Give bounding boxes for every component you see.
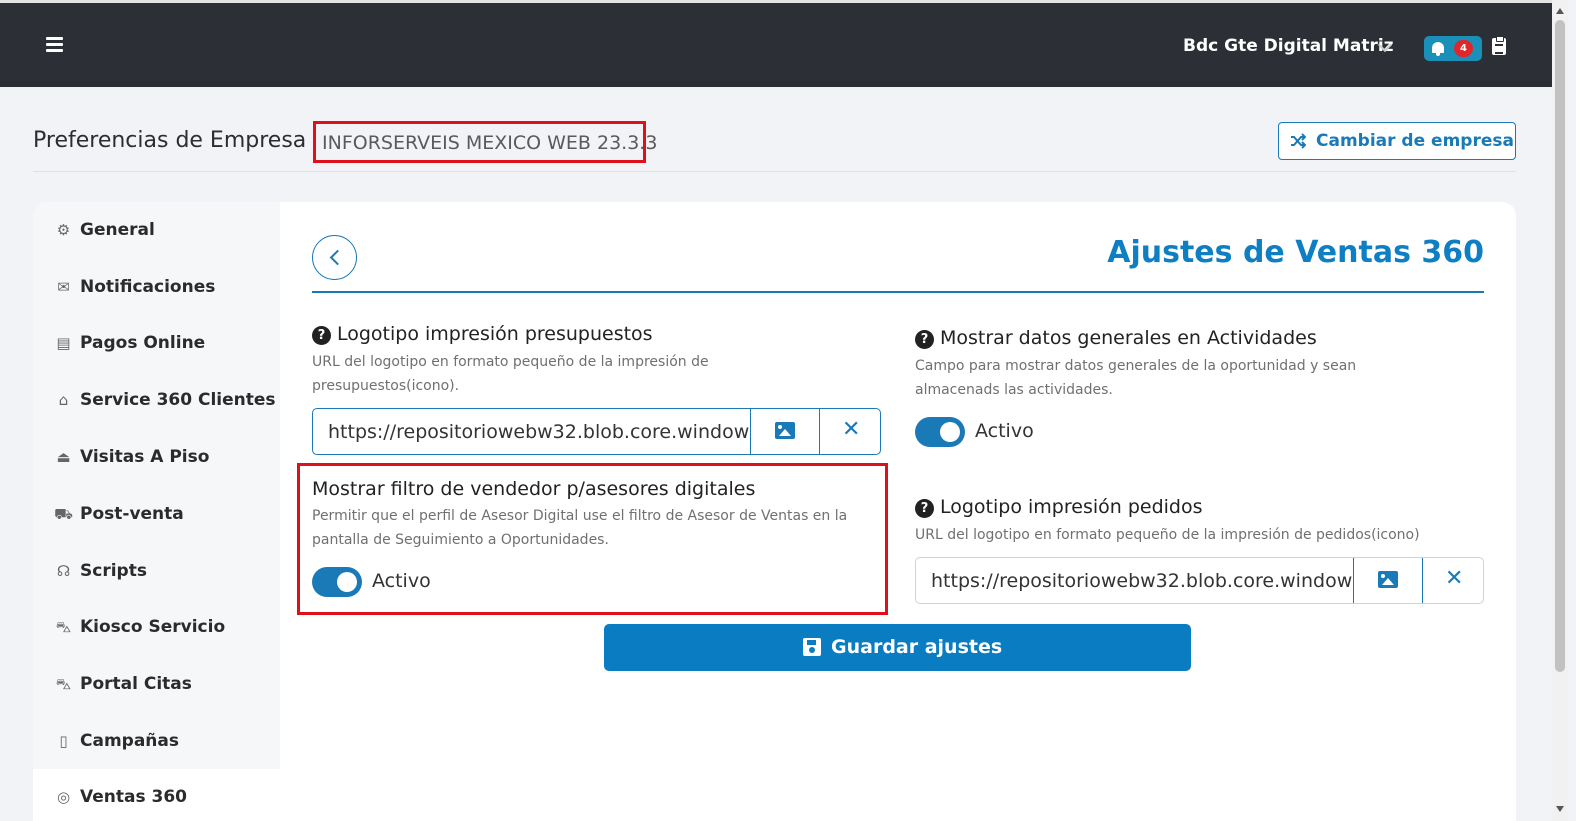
logo-presupuestos-desc: URL del logotipo en formato pequeño de l… <box>312 354 709 394</box>
clipboard-icon[interactable] <box>1492 36 1506 55</box>
file-icon: ▯ <box>59 732 68 750</box>
sidebar-item-label: Service 360 Clientes <box>80 390 276 410</box>
money-icon: ▤ <box>56 334 71 352</box>
logo-pedidos-desc: URL del logotipo en formato pequeño de l… <box>915 527 1420 543</box>
hamburger-menu-icon[interactable] <box>46 37 63 53</box>
version-highlight-box: INFORSERVEIS MEXICO WEB 23.3.3 <box>313 121 657 163</box>
save-settings-label: Guardar ajustes <box>831 636 1003 658</box>
sidebar-item-general[interactable]: ⚙ General <box>33 202 280 259</box>
car-icon: ⛟ <box>54 505 73 523</box>
back-button[interactable] <box>312 235 357 280</box>
top-navbar: Bdc Gte Digital Matriz 4 <box>0 0 1552 87</box>
logo-presupuestos-title: ? Logotipo impresión presupuestos <box>312 323 653 345</box>
envelope-icon: ✉ <box>57 278 70 296</box>
logo-presupuestos-title-text: Logotipo impresión presupuestos <box>337 323 653 345</box>
question-circle-icon[interactable]: ? <box>915 330 934 349</box>
datos-generales-title-text: Mostrar datos generales en Actividades <box>940 327 1317 349</box>
notifications-button[interactable]: 4 <box>1424 36 1482 61</box>
datos-generales-toggle-label: Activo <box>975 420 1034 442</box>
settings-sidebar: ⚙ General ✉ Notificaciones ▤ Pagos Onlin… <box>33 202 280 821</box>
switch-company-label: Cambiar de empresa <box>1316 131 1514 151</box>
logo-presupuestos-input-group: ✕ <box>312 408 881 455</box>
logo-pedidos-url-input[interactable] <box>916 558 1353 603</box>
scroll-down-arrow-icon[interactable] <box>1556 806 1564 812</box>
sidebar-item-label: Kiosco Servicio <box>80 617 226 637</box>
close-icon: ✕ <box>1445 566 1464 591</box>
sidebar-item-visitas-a-piso[interactable]: ⏏ Visitas A Piso <box>33 429 280 486</box>
header-divider <box>33 171 1516 172</box>
sidebar-item-label: Notificaciones <box>80 277 216 297</box>
page-scrollbar[interactable] <box>1552 0 1568 821</box>
sidebar-item-kiosco-servicio[interactable]: ⛍ Kiosco Servicio <box>33 599 280 656</box>
close-icon: ✕ <box>842 417 861 442</box>
sidebar-item-portal-citas[interactable]: ⛍ Portal Citas <box>33 656 280 713</box>
section-divider <box>312 291 1484 293</box>
image-icon <box>1378 571 1398 588</box>
company-selector[interactable]: Bdc Gte Digital Matriz <box>1183 36 1394 56</box>
scroll-thumb[interactable] <box>1555 20 1565 672</box>
car-front-icon: ⛍ <box>55 618 72 636</box>
datos-generales-desc: Campo para mostrar datos generales de la… <box>915 358 1357 398</box>
section-title: Ajustes de Ventas 360 <box>1107 235 1484 270</box>
car-front-icon: ⛍ <box>55 675 72 693</box>
bell-service-icon: ⏏ <box>56 448 71 466</box>
sidebar-item-label: Pagos Online <box>80 333 206 353</box>
sidebar-item-label: Scripts <box>80 561 147 581</box>
bell-icon <box>1432 42 1444 56</box>
headset-icon: ☊ <box>56 562 71 580</box>
sidebar-item-label: Visitas A Piso <box>80 447 210 467</box>
logo-pedidos-clear-button[interactable]: ✕ <box>1422 558 1483 603</box>
logo-presupuestos-image-button[interactable] <box>750 409 819 454</box>
shuffle-icon <box>1291 133 1306 149</box>
logo-pedidos-input-group: ✕ <box>915 557 1484 604</box>
sidebar-item-label: General <box>80 220 155 240</box>
logo-pedidos-title-text: Logotipo impresión pedidos <box>940 496 1203 518</box>
sidebar-item-label: Portal Citas <box>80 674 192 694</box>
sidebar-item-ventas-360[interactable]: ◎ Ventas 360 <box>33 769 280 821</box>
logo-pedidos-image-button[interactable] <box>1353 558 1422 603</box>
sidebar-item-notificaciones[interactable]: ✉ Notificaciones <box>33 259 280 316</box>
version-label: INFORSERVEIS MEXICO WEB 23.3.3 <box>322 132 658 154</box>
question-circle-icon[interactable]: ? <box>915 499 934 518</box>
datos-generales-title: ? Mostrar datos generales en Actividades <box>915 327 1317 349</box>
target-icon: ◎ <box>56 788 71 806</box>
save-settings-button[interactable]: Guardar ajustes <box>604 624 1191 671</box>
page-title: Preferencias de Empresa <box>33 128 307 153</box>
notification-count-badge: 4 <box>1454 40 1473 57</box>
sidebar-item-label: Ventas 360 <box>80 787 187 807</box>
scroll-up-arrow-icon[interactable] <box>1556 8 1564 14</box>
store-icon: ⌂ <box>58 391 69 409</box>
sidebar-item-label: Post-venta <box>80 504 184 524</box>
sidebar-item-pagos-online[interactable]: ▤ Pagos Online <box>33 315 280 372</box>
datos-generales-toggle[interactable] <box>915 417 965 447</box>
switch-company-button[interactable]: Cambiar de empresa <box>1278 122 1516 160</box>
filtro-vendedor-highlight-box <box>297 463 888 615</box>
image-icon <box>775 422 795 439</box>
floppy-disk-icon <box>803 638 821 656</box>
question-circle-icon[interactable]: ? <box>312 326 331 345</box>
sidebar-item-service-360-clientes[interactable]: ⌂ Service 360 Clientes <box>33 372 280 429</box>
logo-presupuestos-clear-button[interactable]: ✕ <box>819 409 880 454</box>
logo-pedidos-title: ? Logotipo impresión pedidos <box>915 496 1203 518</box>
sidebar-item-label: Campañas <box>80 731 179 751</box>
logo-presupuestos-url-input[interactable] <box>313 409 750 454</box>
sidebar-item-scripts[interactable]: ☊ Scripts <box>33 543 280 600</box>
sidebar-item-campanas[interactable]: ▯ Campañas <box>33 713 280 770</box>
gears-icon: ⚙ <box>56 221 71 239</box>
sidebar-item-post-venta[interactable]: ⛟ Post-venta <box>33 486 280 543</box>
